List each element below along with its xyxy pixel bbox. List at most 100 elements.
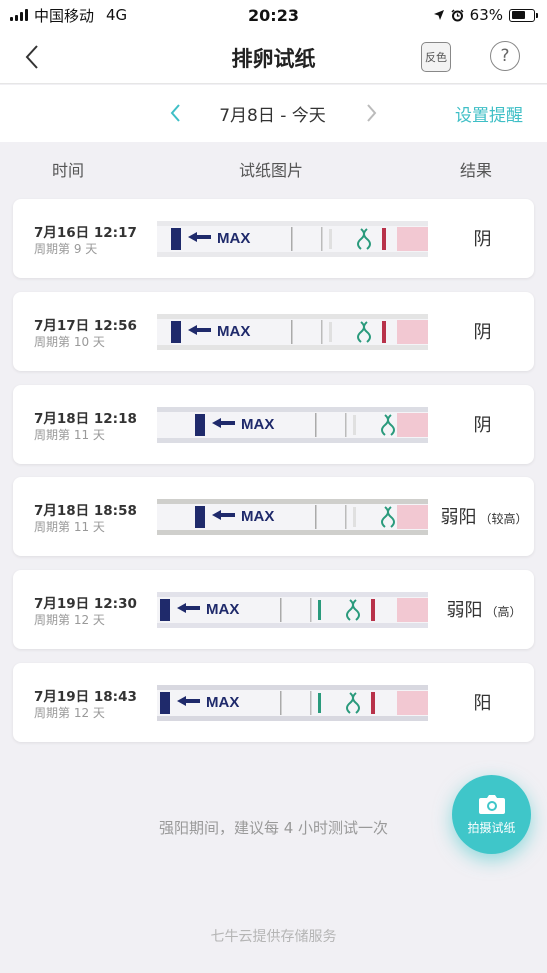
column-headers: 时间 试纸图片 结果	[0, 142, 547, 192]
strip-handle	[171, 228, 181, 250]
nav-bar: 排卵试纸 反色 ?	[0, 30, 547, 84]
record-result: 阴	[434, 225, 534, 251]
record-card[interactable]: 7月19日 18:43 周期第 12 天 MAX 阳	[13, 663, 534, 742]
strip-handle	[171, 321, 181, 343]
capture-button-label: 拍摄试纸	[467, 821, 516, 835]
next-range-button[interactable]	[360, 102, 382, 124]
record-result: 阴	[434, 411, 534, 437]
result-text: 阴	[473, 415, 492, 436]
test-strip-image: MAX	[157, 685, 428, 721]
record-cycle-day: 周期第 11 天	[34, 520, 105, 534]
record-datetime: 7月18日 18:58	[34, 503, 137, 519]
camera-icon	[478, 795, 505, 814]
strip-svg: MAX	[157, 685, 428, 721]
record-cycle-day: 周期第 10 天	[34, 335, 105, 349]
test-strip-image: MAX	[157, 499, 428, 535]
strip-pink-tab	[397, 598, 428, 622]
strip-svg: MAX	[157, 407, 428, 443]
strip-divider	[280, 691, 282, 715]
result-text: 弱阳	[440, 507, 477, 528]
date-range-bar: 7月8日 - 今天 设置提醒	[0, 85, 547, 142]
strip-max-label: MAX	[241, 416, 274, 433]
strip-handle	[195, 506, 205, 528]
capture-strip-button[interactable]: 拍摄试纸	[452, 775, 531, 854]
test-line	[382, 228, 386, 250]
strip-svg: MAX	[157, 221, 428, 257]
invert-color-button[interactable]: 反色	[421, 42, 451, 72]
control-mark	[329, 229, 332, 249]
record-result: 弱阳 （高）	[434, 596, 534, 622]
battery-level	[511, 11, 525, 19]
record-card[interactable]: 7月17日 12:56 周期第 10 天 MAX 阴	[13, 292, 534, 371]
storage-provider-note: 七牛云提供存储服务	[210, 929, 337, 945]
strip-max-label: MAX	[217, 323, 250, 340]
test-strip-image: MAX	[157, 407, 428, 443]
record-datetime: 7月16日 12:17	[34, 225, 137, 241]
set-reminder-button[interactable]: 设置提醒	[455, 101, 523, 126]
control-mark	[329, 322, 332, 342]
previous-range-button[interactable]	[165, 102, 187, 124]
record-result: 阴	[434, 318, 534, 344]
control-mark	[318, 600, 321, 620]
test-line	[371, 599, 375, 621]
status-bar: 中国移动 4G 20:23 63%	[0, 0, 547, 30]
strip-pink-tab	[397, 413, 428, 437]
strip-handle	[195, 414, 205, 436]
test-strip-image: MAX	[157, 221, 428, 257]
record-cycle-day: 周期第 11 天	[34, 428, 105, 442]
battery-percent: 63%	[469, 6, 503, 24]
strip-divider	[321, 227, 323, 251]
strip-max-label: MAX	[217, 230, 250, 247]
strip-divider	[280, 598, 282, 622]
result-level: （较高）	[479, 512, 528, 526]
strip-divider	[291, 227, 293, 251]
record-datetime: 7月17日 12:56	[34, 318, 137, 334]
strip-divider	[321, 320, 323, 344]
test-strip-image: MAX	[157, 592, 428, 628]
strip-pink-tab	[397, 320, 428, 344]
result-text: 弱阳	[446, 600, 483, 621]
strip-max-label: MAX	[206, 694, 239, 711]
strip-max-label: MAX	[206, 601, 239, 618]
record-card[interactable]: 7月18日 18:58 周期第 11 天 MAX 弱阳 （较高）	[13, 477, 534, 556]
result-text: 阴	[473, 322, 492, 343]
control-mark	[353, 415, 356, 435]
strip-svg: MAX	[157, 499, 428, 535]
result-text: 阴	[473, 229, 492, 250]
control-mark	[353, 507, 356, 527]
help-button[interactable]: ?	[490, 41, 520, 71]
date-range-label: 7月8日 - 今天	[219, 106, 326, 126]
column-header-time: 时间	[52, 161, 85, 180]
strip-svg: MAX	[157, 592, 428, 628]
strip-pink-tab	[397, 227, 428, 251]
record-cycle-day: 周期第 9 天	[34, 242, 98, 256]
location-arrow-icon	[433, 10, 444, 20]
strip-max-label: MAX	[241, 508, 274, 525]
strip-divider	[315, 505, 317, 529]
record-card[interactable]: 7月18日 12:18 周期第 11 天 MAX 阴	[13, 385, 534, 464]
record-cycle-day: 周期第 12 天	[34, 613, 105, 627]
strip-pink-tab	[397, 691, 428, 715]
result-level: （高）	[485, 605, 522, 619]
record-card[interactable]: 7月16日 12:17 周期第 9 天 MAX 阴	[13, 199, 534, 278]
record-datetime: 7月19日 12:30	[34, 596, 137, 612]
record-result: 阳	[434, 689, 534, 715]
test-strip-image: MAX	[157, 314, 428, 350]
page-title: 排卵试纸	[231, 47, 316, 71]
chevron-left-icon	[170, 104, 180, 122]
test-line	[371, 692, 375, 714]
alarm-icon	[451, 8, 464, 21]
strip-divider	[310, 691, 312, 715]
strip-handle	[160, 599, 170, 621]
record-result: 弱阳 （较高）	[434, 503, 534, 529]
record-datetime: 7月19日 18:43	[34, 689, 137, 705]
strip-divider	[345, 505, 347, 529]
strip-handle	[160, 692, 170, 714]
strip-divider	[291, 320, 293, 344]
column-header-image: 试纸图片	[239, 161, 304, 180]
record-cycle-day: 周期第 12 天	[34, 706, 105, 720]
record-card[interactable]: 7月19日 12:30 周期第 12 天 MAX 弱阳 （高）	[13, 570, 534, 649]
strip-svg: MAX	[157, 314, 428, 350]
strip-divider	[310, 598, 312, 622]
result-text: 阳	[473, 693, 492, 714]
